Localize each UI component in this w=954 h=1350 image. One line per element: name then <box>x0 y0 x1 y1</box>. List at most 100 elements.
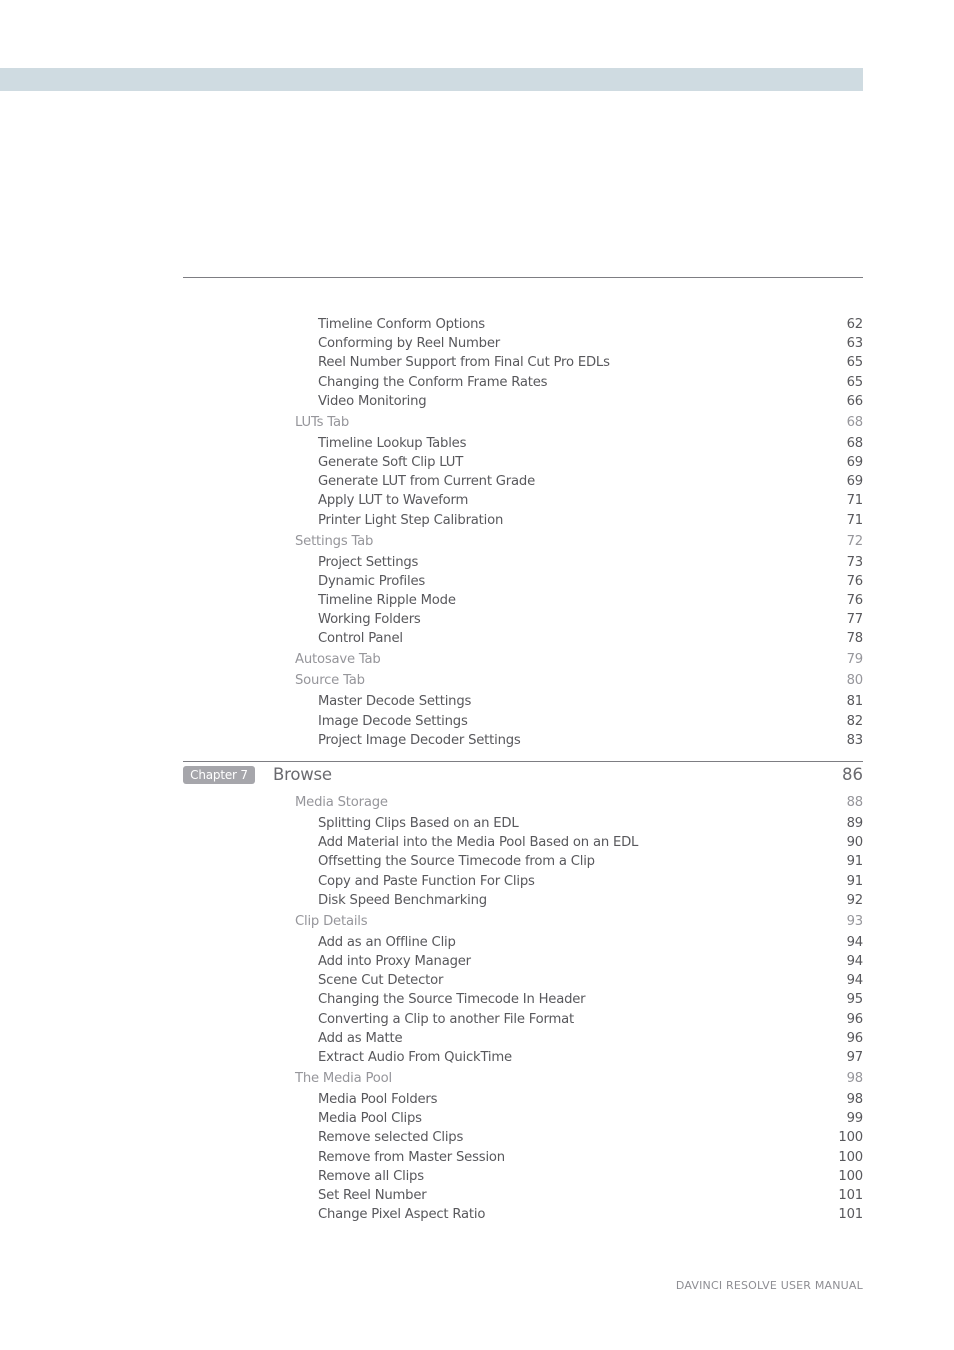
toc-subsection-entry[interactable]: Change Pixel Aspect Ratio 101 <box>0 1205 954 1224</box>
toc-entry-title: Change Pixel Aspect Ratio <box>318 1207 486 1223</box>
toc-subsection-entry[interactable]: Changing the Source Timecode In Header 95 <box>0 990 954 1009</box>
toc-entry-title: Remove all Clips <box>318 1168 424 1184</box>
chapter-heading[interactable]: Chapter 7 Browse 86 <box>0 764 954 786</box>
toc-entry-title: Master Decode Settings <box>318 694 472 710</box>
toc-entry-title: Remove from Master Session <box>318 1149 505 1165</box>
toc-entry-page-number: 71 <box>846 493 864 509</box>
toc-subsection-entry[interactable]: Project Settings 73 <box>0 553 954 572</box>
chapter-page-number: 86 <box>842 765 863 784</box>
toc-entry-page-number: 69 <box>846 455 864 470</box>
toc-subsection-entry[interactable]: Remove all Clips 100 <box>0 1167 954 1186</box>
toc-subsection-entry[interactable]: Timeline Lookup Tables 68 <box>0 434 954 453</box>
toc-subsection-entry[interactable]: Timeline Conform Options 62 <box>0 315 954 334</box>
toc-entry-title: Changing the Source Timecode In Header <box>318 992 586 1008</box>
toc-entry-page-number: 63 <box>846 336 864 352</box>
toc-entry-title: Dynamic Profiles <box>318 573 426 589</box>
toc-subsection-entry[interactable]: Dynamic Profiles 76 <box>0 572 954 591</box>
toc-entry-page-number: 91 <box>846 854 864 870</box>
toc-entry-title: Media Storage <box>295 795 388 810</box>
toc-section-entry[interactable]: Autosave Tab 79 <box>0 650 954 669</box>
chapter-title: Browse <box>273 765 332 784</box>
toc-entry-page-number: 65 <box>846 374 864 390</box>
toc-entry-title: Media Pool Folders <box>318 1092 438 1107</box>
toc-entry-title: Conforming by Reel Number <box>318 336 500 352</box>
toc-entry-page-number: 98 <box>846 1092 864 1107</box>
toc-subsection-entry[interactable]: Image Decode Settings 82 <box>0 712 954 731</box>
toc-entry-title: Splitting Clips Based on an EDL <box>318 816 519 831</box>
toc-entry-page-number: 80 <box>846 673 864 689</box>
toc-entry-title: Working Folders <box>318 612 421 628</box>
toc-subsection-entry[interactable]: Master Decode Settings 81 <box>0 692 954 711</box>
toc-entry-page-number: 76 <box>846 573 864 589</box>
toc-entry-title: Source Tab <box>295 673 365 689</box>
toc-subsection-entry[interactable]: Offsetting the Source Timecode from a Cl… <box>0 852 954 871</box>
toc-section-entry[interactable]: Source Tab 80 <box>0 671 954 690</box>
toc-entry-title: Timeline Ripple Mode <box>318 593 456 608</box>
toc-entry-title: Copy and Paste Function For Clips <box>318 873 535 889</box>
toc-subsection-entry[interactable]: Changing the Conform Frame Rates 65 <box>0 373 954 392</box>
toc-subsection-entry[interactable]: Working Folders 77 <box>0 610 954 629</box>
toc-entry-title: Apply LUT to Waveform <box>318 493 469 509</box>
footer-manual-title: DAVINCI RESOLVE USER MANUAL <box>675 1279 863 1292</box>
toc-subsection-entry[interactable]: Extract Audio From QuickTime 97 <box>0 1048 954 1067</box>
toc-subsection-entry[interactable]: Scene Cut Detector 94 <box>0 971 954 990</box>
toc-subsection-entry[interactable]: Printer Light Step Calibration 71 <box>0 511 954 530</box>
toc-entry-page-number: 98 <box>846 1071 864 1086</box>
toc-section-entry[interactable]: Media Storage 88 <box>0 793 954 812</box>
toc-subsection-entry[interactable]: Media Pool Clips 99 <box>0 1109 954 1128</box>
toc-subsection-entry[interactable]: Disk Speed Benchmarking 92 <box>0 891 954 910</box>
toc-section-entry[interactable]: Clip Details 93 <box>0 912 954 931</box>
toc-entry-page-number: 79 <box>846 652 864 668</box>
toc-entry-page-number: 82 <box>846 713 864 729</box>
toc-entry-title: Video Monitoring <box>318 393 427 409</box>
toc-entry-page-number: 88 <box>846 795 864 810</box>
toc-entry-page-number: 95 <box>846 992 864 1008</box>
toc-subsection-entry[interactable]: Splitting Clips Based on an EDL 89 <box>0 814 954 833</box>
toc-section-entry[interactable]: The Media Pool 98 <box>0 1069 954 1088</box>
toc-subsection-entry[interactable]: Conforming by Reel Number 63 <box>0 334 954 353</box>
toc-subsection-entry[interactable]: Reel Number Support from Final Cut Pro E… <box>0 353 954 372</box>
toc-entry-title: Project Image Decoder Settings <box>318 732 521 748</box>
toc-subsection-entry[interactable]: Add as an Offline Clip 94 <box>0 933 954 952</box>
toc-subsection-entry[interactable]: Add Material into the Media Pool Based o… <box>0 833 954 852</box>
toc-entry-page-number: 72 <box>846 533 864 549</box>
toc-entry-title: Extract Audio From QuickTime <box>318 1050 512 1065</box>
toc-entry-page-number: 94 <box>846 954 864 969</box>
toc-subsection-entry[interactable]: Timeline Ripple Mode 76 <box>0 591 954 610</box>
toc-entry-page-number: 83 <box>846 732 864 748</box>
toc-entry-page-number: 94 <box>846 934 864 950</box>
toc-subsection-entry[interactable]: Generate LUT from Current Grade 69 <box>0 472 954 491</box>
toc-subsection-entry[interactable]: Video Monitoring 66 <box>0 392 954 411</box>
toc-entry-title: Autosave Tab <box>295 652 381 668</box>
toc-entry-page-number: 100 <box>838 1149 863 1165</box>
toc-entry-page-number: 96 <box>846 1030 864 1046</box>
toc-entry-title: LUTs Tab <box>295 414 349 430</box>
toc-entry-page-number: 97 <box>846 1050 864 1065</box>
toc-entry-page-number: 100 <box>838 1130 863 1146</box>
toc-entry-title: Image Decode Settings <box>318 713 468 729</box>
toc-entry-title: Converting a Clip to another File Format <box>318 1011 575 1027</box>
toc-section-entry[interactable]: LUTs Tab 68 <box>0 413 954 432</box>
toc-subsection-entry[interactable]: Generate Soft Clip LUT 69 <box>0 453 954 472</box>
toc-subsection-entry[interactable]: Remove selected Clips 100 <box>0 1128 954 1147</box>
toc-subsection-entry[interactable]: Project Image Decoder Settings 83 <box>0 731 954 750</box>
toc-subsection-entry[interactable]: Control Panel 78 <box>0 629 954 648</box>
toc-entry-page-number: 89 <box>846 816 864 831</box>
toc-entry-page-number: 62 <box>846 317 864 332</box>
toc-subsection-entry[interactable]: Converting a Clip to another File Format… <box>0 1010 954 1029</box>
header-band <box>0 68 863 91</box>
toc-subsection-entry[interactable]: Remove from Master Session 100 <box>0 1148 954 1167</box>
toc-section-entry[interactable]: Settings Tab 72 <box>0 532 954 551</box>
toc-entry-title: Clip Details <box>295 913 368 929</box>
toc-subsection-entry[interactable]: Apply LUT to Waveform 71 <box>0 491 954 510</box>
toc-subsection-entry[interactable]: Media Pool Folders 98 <box>0 1090 954 1109</box>
toc-subsection-entry[interactable]: Add as Matte 96 <box>0 1029 954 1048</box>
toc-subsection-entry[interactable]: Copy and Paste Function For Clips 91 <box>0 872 954 891</box>
toc-entry-title: Add as an Offline Clip <box>318 934 456 950</box>
toc-entry-page-number: 71 <box>846 512 864 528</box>
toc-subsection-entry[interactable]: Set Reel Number 101 <box>0 1186 954 1205</box>
top-divider <box>183 277 863 278</box>
toc-entry-page-number: 81 <box>846 694 864 710</box>
toc-subsection-entry[interactable]: Add into Proxy Manager 94 <box>0 952 954 971</box>
toc-entry-title: Reel Number Support from Final Cut Pro E… <box>318 355 610 371</box>
